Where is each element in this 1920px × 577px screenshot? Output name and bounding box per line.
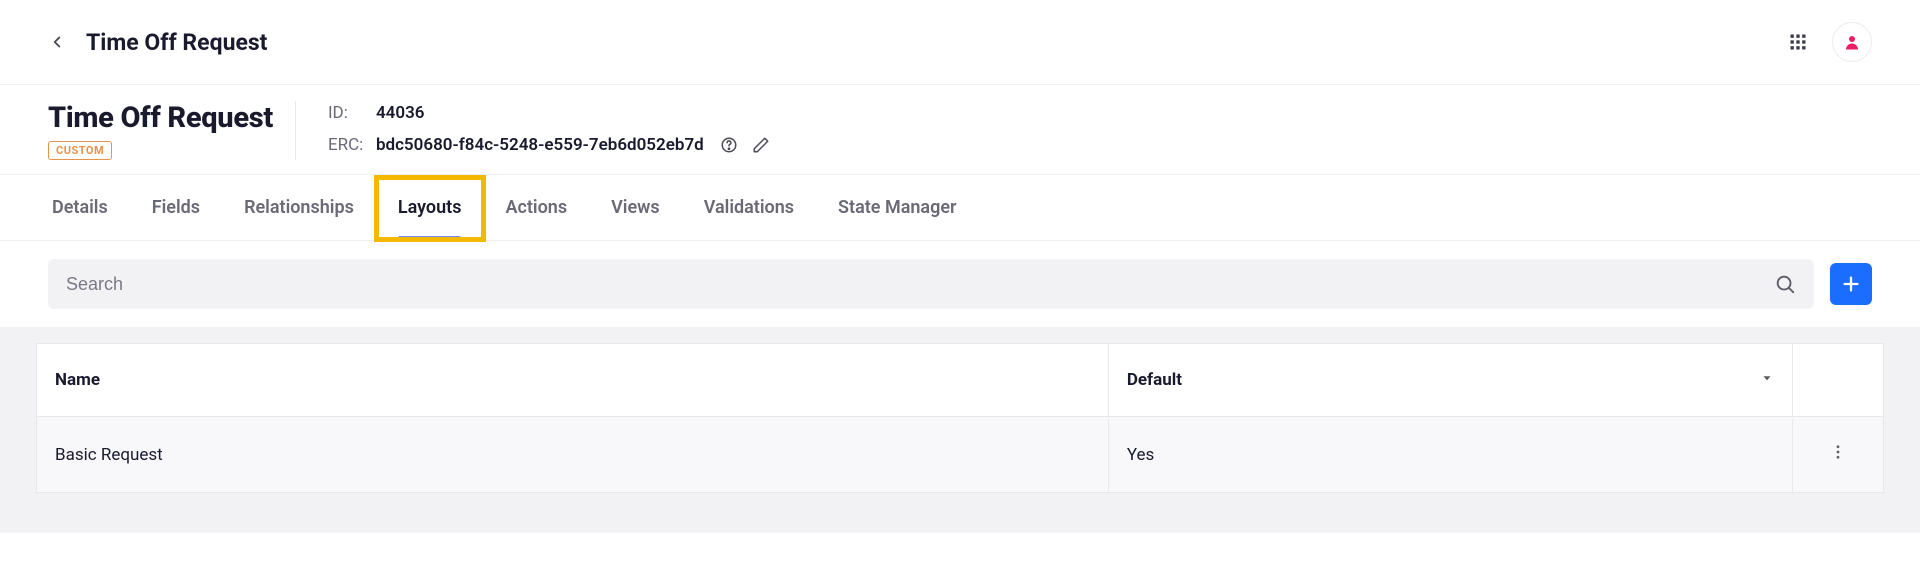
cell-default-value: Yes [1127, 445, 1154, 465]
entity-ids: ID: 44036 ERC: bdc50680-f84c-5248-e559-7… [328, 101, 770, 155]
cell-actions [1793, 417, 1883, 492]
toolbar [0, 241, 1920, 327]
page-title: Time Off Request [86, 29, 267, 56]
tab-actions[interactable]: Actions [485, 175, 587, 240]
tab-layouts[interactable]: Layouts [378, 175, 482, 240]
search-input[interactable] [66, 274, 1774, 295]
tab-views[interactable]: Views [591, 175, 680, 240]
entity-name-group: Time Off Request CUSTOM [48, 101, 296, 160]
search-icon[interactable] [1774, 273, 1796, 295]
layouts-table: Name Default Basic Request Yes [36, 343, 1884, 493]
title-bar: Time Off Request [0, 0, 1920, 85]
kebab-icon[interactable] [1829, 443, 1847, 466]
id-row: ID: 44036 [328, 103, 770, 123]
back-icon[interactable] [48, 33, 66, 51]
col-header-default[interactable]: Default [1109, 344, 1793, 416]
cell-name: Basic Request [37, 419, 1109, 491]
erc-icons [720, 136, 770, 154]
erc-label: ERC: [328, 135, 366, 155]
id-value: 44036 [376, 103, 425, 123]
col-header-name[interactable]: Name [37, 344, 1109, 416]
add-button[interactable] [1830, 263, 1872, 305]
table-area: Name Default Basic Request Yes [0, 327, 1920, 533]
title-right [1788, 22, 1872, 62]
custom-badge: CUSTOM [48, 141, 112, 160]
tab-details[interactable]: Details [32, 175, 128, 240]
id-label: ID: [328, 103, 366, 123]
tab-fields[interactable]: Fields [132, 175, 220, 240]
search-box[interactable] [48, 259, 1814, 309]
erc-row: ERC: bdc50680-f84c-5248-e559-7eb6d052eb7… [328, 135, 770, 155]
apps-grid-icon[interactable] [1788, 32, 1808, 52]
erc-value: bdc50680-f84c-5248-e559-7eb6d052eb7d [376, 135, 704, 155]
edit-icon[interactable] [752, 136, 770, 154]
tabs: Details Fields Relationships Layouts Act… [0, 175, 1920, 241]
help-icon[interactable] [720, 136, 738, 154]
col-header-default-label: Default [1127, 370, 1182, 390]
tab-validations[interactable]: Validations [684, 175, 814, 240]
sort-chevron-down-icon[interactable] [1760, 370, 1774, 390]
table-row[interactable]: Basic Request Yes [36, 417, 1884, 493]
tab-relationships[interactable]: Relationships [224, 175, 374, 240]
entity-meta-bar: Time Off Request CUSTOM ID: 44036 ERC: b… [0, 85, 1920, 175]
cell-default: Yes [1109, 419, 1793, 491]
user-avatar[interactable] [1832, 22, 1872, 62]
tab-state-manager[interactable]: State Manager [818, 175, 976, 240]
title-left: Time Off Request [48, 29, 267, 56]
entity-name: Time Off Request [48, 101, 273, 135]
col-header-actions [1793, 354, 1883, 406]
table-header-row: Name Default [36, 343, 1884, 417]
